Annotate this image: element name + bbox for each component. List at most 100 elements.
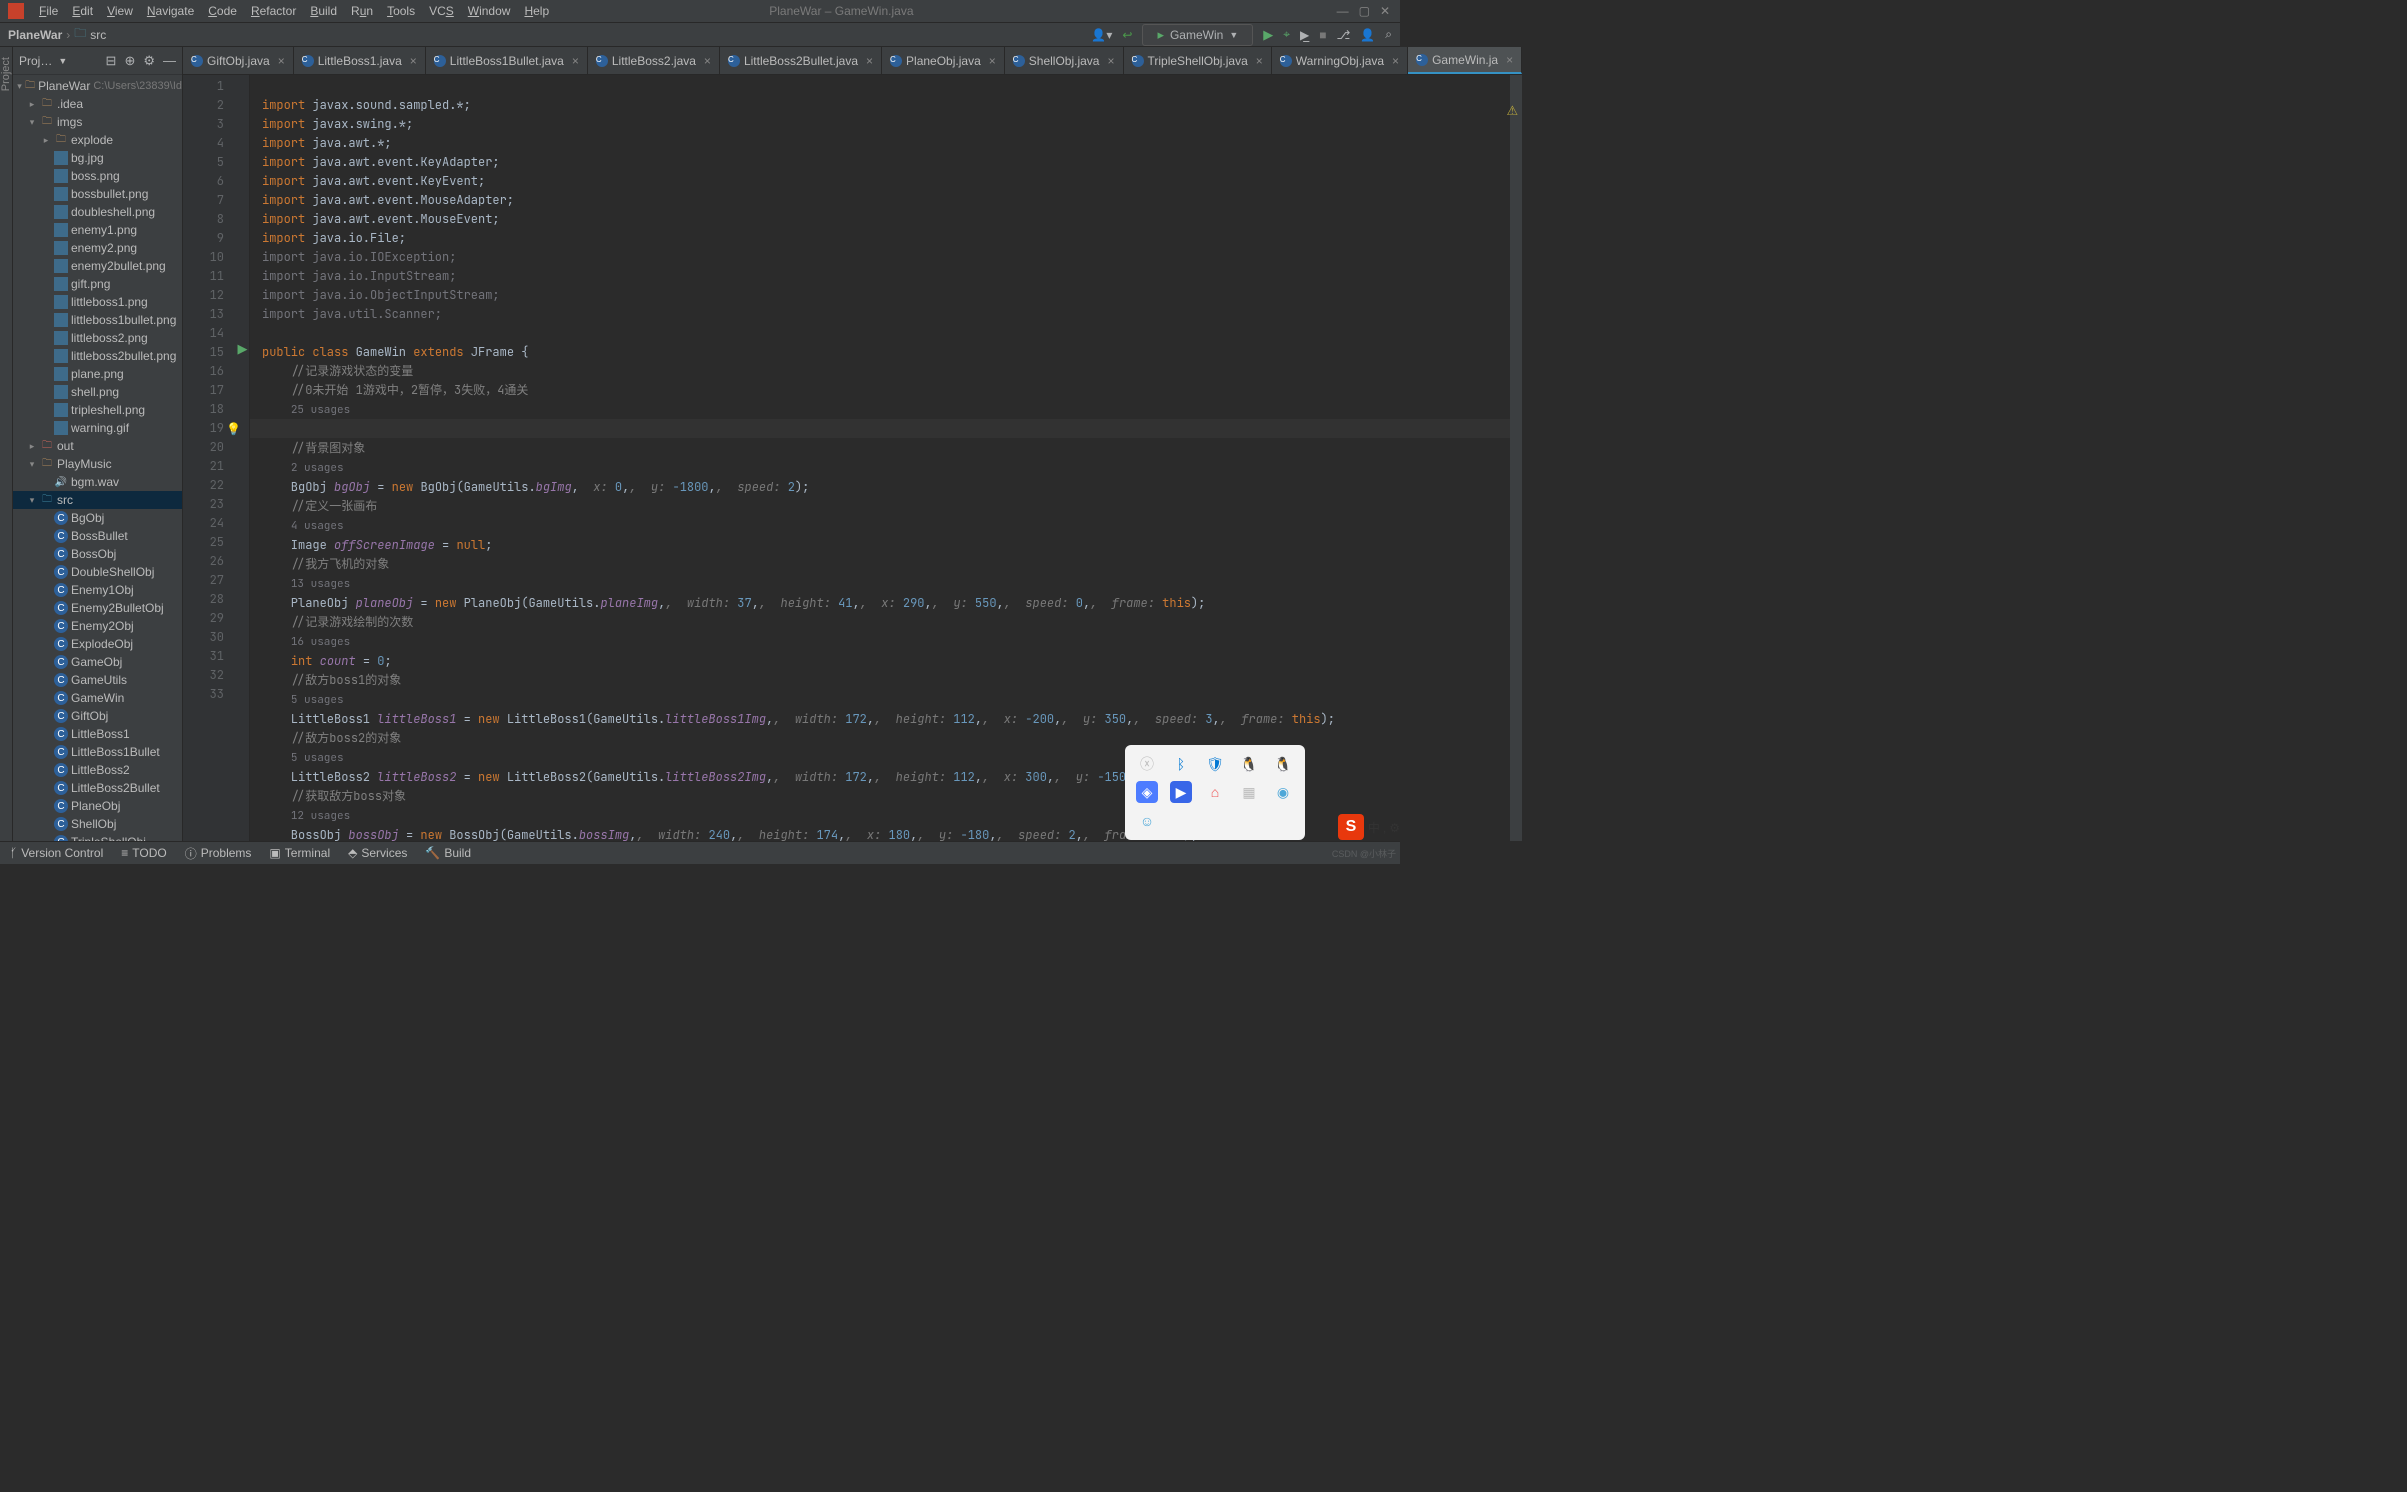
tree-item[interactable]: littleboss2.png — [13, 329, 182, 347]
tool-version-control[interactable]: ᚶVersion Control — [10, 846, 103, 860]
chevron-down-icon[interactable]: ▼ — [58, 56, 67, 66]
menu-edit[interactable]: Edit — [65, 4, 100, 18]
tree-item[interactable]: plane.png — [13, 365, 182, 383]
tree-item[interactable]: littleboss1.png — [13, 293, 182, 311]
project-tool-button[interactable]: Project — [0, 57, 12, 91]
run-config-select[interactable]: ▸ GameWin ▼ — [1142, 24, 1253, 46]
menu-navigate[interactable]: Navigate — [140, 4, 201, 18]
run-button[interactable]: ▶ — [1263, 27, 1273, 43]
code-content[interactable]: import javax.sound.sampled.*; import jav… — [250, 75, 1510, 841]
project-tree[interactable]: ▾🗀PlaneWar C:\Users\23839\Id▸🗀.idea▾🗀img… — [13, 75, 182, 841]
tree-item[interactable]: CShellObj — [13, 815, 182, 833]
tree-item[interactable]: CLittleBoss2 — [13, 761, 182, 779]
menu-view[interactable]: View — [100, 4, 140, 18]
search-icon[interactable]: ⌕ — [1385, 27, 1392, 42]
git-branch-icon[interactable]: ⎇ — [1336, 28, 1350, 42]
error-stripe[interactable] — [1510, 75, 1522, 841]
close-tab-icon[interactable]: × — [1107, 54, 1114, 68]
close-tab-icon[interactable]: × — [866, 54, 873, 68]
close-tab-icon[interactable]: × — [1506, 53, 1513, 67]
editor-tab[interactable]: CWarningObj.java× — [1272, 47, 1408, 74]
tool-problems[interactable]: ⓘProblems — [185, 845, 252, 862]
close-tab-icon[interactable]: × — [410, 54, 417, 68]
tool-terminal[interactable]: ▣Terminal — [269, 846, 330, 860]
tree-item[interactable]: warning.gif — [13, 419, 182, 437]
editor-tab[interactable]: CLittleBoss1.java× — [294, 47, 426, 74]
penguin-icon[interactable]: 🐧 — [1238, 753, 1260, 775]
tree-item[interactable]: CGameWin — [13, 689, 182, 707]
tree-item[interactable]: CGameObj — [13, 653, 182, 671]
gutter-run-icon[interactable]: ▶ — [236, 341, 249, 357]
tree-item[interactable]: doubleshell.png — [13, 203, 182, 221]
tree-item[interactable]: CTripleShellObj — [13, 833, 182, 841]
close-icon[interactable]: ✕ — [1380, 4, 1390, 18]
tree-item[interactable]: CPlaneObj — [13, 797, 182, 815]
tray-globe-icon[interactable]: ◉ — [1272, 781, 1294, 803]
tool-todo[interactable]: ≡TODO — [121, 846, 166, 860]
tree-item[interactable]: ▸🗀.idea — [13, 95, 182, 113]
tree-item[interactable]: ▾🗀imgs — [13, 113, 182, 131]
breadcrumb-folder[interactable]: src — [90, 28, 106, 42]
menu-file[interactable]: File — [32, 4, 65, 18]
debug-button[interactable]: ⌖ — [1283, 27, 1290, 42]
tree-item[interactable]: gift.png — [13, 275, 182, 293]
tray-grid-icon[interactable]: ▦ — [1238, 781, 1260, 803]
close-tab-icon[interactable]: × — [1256, 54, 1263, 68]
tree-item[interactable]: ▸🗀explode — [13, 131, 182, 149]
back-icon[interactable]: ↩ — [1122, 28, 1132, 42]
editor-tab[interactable]: CTripleShellObj.java× — [1124, 47, 1272, 74]
tree-item[interactable]: CEnemy2BulletObj — [13, 599, 182, 617]
tray-app2-icon[interactable]: ▶ — [1170, 781, 1192, 803]
tree-arrow-icon[interactable]: ▸ — [41, 135, 51, 146]
tree-item[interactable]: ▸🗀out — [13, 437, 182, 455]
gear-icon[interactable]: ⚙ — [143, 53, 155, 69]
sogou-icon[interactable]: S — [1338, 814, 1364, 840]
collapse-icon[interactable]: ⊟ — [106, 53, 117, 69]
tree-item[interactable]: CBgObj — [13, 509, 182, 527]
tree-item[interactable]: CLittleBoss2Bullet — [13, 779, 182, 797]
menu-code[interactable]: Code — [201, 4, 244, 18]
stop-button[interactable]: ■ — [1319, 28, 1326, 42]
editor-tab[interactable]: CLittleBoss2.java× — [588, 47, 720, 74]
user-icon[interactable]: 👤▾ — [1091, 28, 1112, 42]
tree-item[interactable]: shell.png — [13, 383, 182, 401]
minimize-icon[interactable]: — — [1337, 4, 1349, 18]
tree-item[interactable]: bossbullet.png — [13, 185, 182, 203]
tree-item[interactable]: CExplodeObj — [13, 635, 182, 653]
tree-item[interactable]: CDoubleShellObj — [13, 563, 182, 581]
tree-item[interactable]: enemy2bullet.png — [13, 257, 182, 275]
hide-icon[interactable]: — — [163, 53, 176, 69]
editor-tab[interactable]: CLittleBoss2Bullet.java× — [720, 47, 882, 74]
tree-arrow-icon[interactable]: ▾ — [27, 117, 37, 128]
tree-item[interactable]: CGameUtils — [13, 671, 182, 689]
user2-icon[interactable]: 👤 — [1360, 28, 1375, 42]
project-panel-title[interactable]: Proj… — [19, 54, 52, 68]
code-editor[interactable]: ⚠ 12345678910111213141516171819202122232… — [183, 75, 1522, 841]
ime-lang[interactable]: 中 ‚ ⚙ — [1368, 819, 1400, 836]
tree-item[interactable]: littleboss1bullet.png — [13, 311, 182, 329]
tree-item[interactable]: CBossBullet — [13, 527, 182, 545]
maximize-icon[interactable]: ▢ — [1359, 4, 1370, 18]
close-tab-icon[interactable]: × — [989, 54, 996, 68]
tree-arrow-icon[interactable]: ▾ — [27, 459, 37, 470]
tree-item[interactable]: enemy1.png — [13, 221, 182, 239]
close-tab-icon[interactable]: × — [572, 54, 579, 68]
tray-app3-icon[interactable]: ⌂ — [1204, 781, 1226, 803]
close-tab-icon[interactable]: × — [1392, 54, 1399, 68]
qq-icon[interactable]: 🐧 — [1272, 753, 1294, 775]
tree-arrow-icon[interactable]: ▸ — [27, 99, 37, 110]
tree-item[interactable]: CEnemy1Obj — [13, 581, 182, 599]
close-tab-icon[interactable]: × — [278, 54, 285, 68]
tree-item[interactable]: tripleshell.png — [13, 401, 182, 419]
tree-item[interactable]: CGiftObj — [13, 707, 182, 725]
tool-services[interactable]: ⬘Services — [348, 846, 407, 860]
menu-build[interactable]: Build — [303, 4, 344, 18]
tree-arrow-icon[interactable]: ▸ — [27, 441, 37, 452]
tree-item[interactable]: ▾🗀PlaneWar C:\Users\23839\Id — [13, 77, 182, 95]
editor-tab[interactable]: CPlaneObj.java× — [882, 47, 1005, 74]
tree-arrow-icon[interactable]: ▾ — [27, 495, 37, 506]
tool-build[interactable]: 🔨Build — [425, 846, 471, 860]
bluetooth-icon[interactable]: ᛒ — [1170, 753, 1192, 775]
tree-item[interactable]: littleboss2bullet.png — [13, 347, 182, 365]
menu-refactor[interactable]: Refactor — [244, 4, 303, 18]
